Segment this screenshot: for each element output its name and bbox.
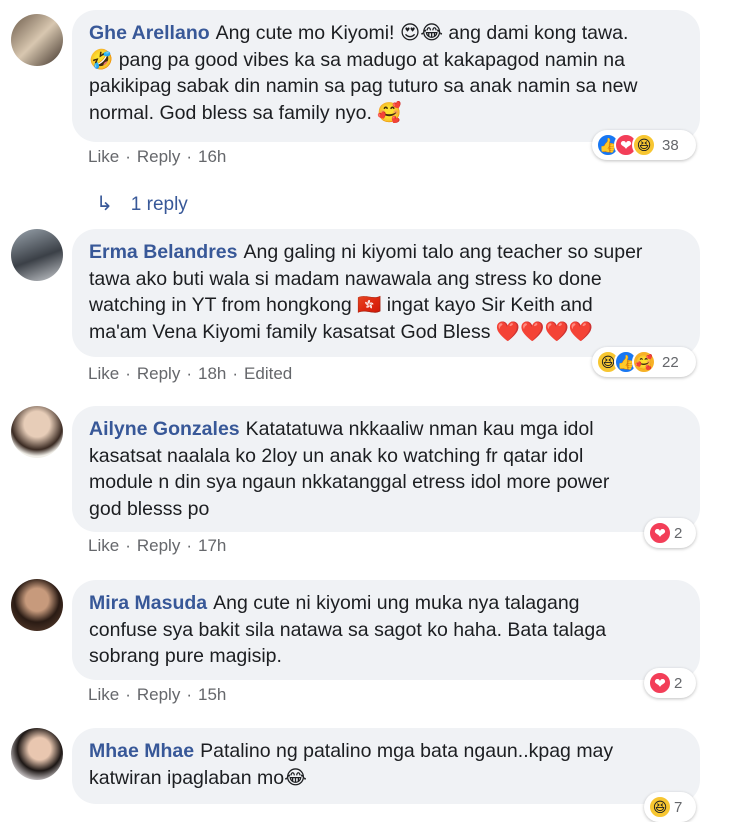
view-replies-label[interactable]: 1 reply	[131, 194, 188, 215]
separator-dot: ·	[125, 536, 131, 555]
comment-text-line: Ang cute ni kiyomi ung muka nya talagang	[213, 592, 580, 614]
comment-bubble: Ailyne Gonzales Katatatuwa nkkaaliw nman …	[72, 406, 700, 532]
comment-actions: Like · Reply · 15h	[88, 685, 226, 705]
separator-dot: ·	[186, 685, 192, 704]
comment-bubble: Mhae Mhae Patalino ng patalino mga bata n…	[72, 728, 700, 804]
avatar[interactable]	[11, 406, 63, 458]
comment-text-line: 🤣 pang pa good vibes ka sa madugo at kak…	[89, 48, 625, 71]
separator-dot: ·	[125, 685, 131, 704]
reaction-count: 38	[662, 136, 679, 154]
comment-text-line: Patalino ng patalino mga bata ngaun..kpa…	[200, 740, 614, 762]
comment-bubble: Mira Masuda Ang cute ni kiyomi ung muka n…	[72, 580, 700, 680]
love-reaction-icon: ❤	[648, 521, 672, 545]
comment-text-line: god blesss po	[89, 497, 210, 520]
comment-text-line: kasatsat naalala ko 2loy un anak ko watc…	[89, 444, 584, 467]
reaction-count: 7	[674, 798, 683, 816]
comment-text-line: Ang cute mo Kiyomi! 😍😂 ang dami kong taw…	[215, 22, 629, 44]
comment-text-line: confuse sya bakit sila natawa sa sagot k…	[89, 618, 607, 641]
comment-bubble: Erma Belandres Ang galing ni kiyomi talo …	[72, 229, 700, 357]
comment-text-line: module n din sya ngaun nkkatanggal etres…	[89, 471, 610, 493]
comment-text-line: sobrang pure magisip.	[89, 645, 282, 667]
reaction-count: 2	[674, 674, 683, 692]
separator-dot: ·	[186, 536, 192, 555]
comment-text-line: Ang galing ni kiyomi talo ang teacher so…	[243, 241, 643, 263]
comment-text-line: tawa ako buti wala si madam nawawala ang…	[89, 267, 602, 290]
comment-author[interactable]: Ghe Arellano	[89, 22, 210, 44]
comment-author[interactable]: Erma Belandres	[89, 241, 238, 263]
comment-author[interactable]: Ailyne Gonzales	[89, 418, 240, 440]
reaction-summary[interactable]: 😆 7	[644, 792, 696, 822]
comment-text-line: watching in YT from hongkong 🇭🇰 ingat ka…	[89, 294, 593, 316]
comment-timestamp[interactable]: 16h	[198, 147, 226, 166]
reply-button[interactable]: Reply	[137, 536, 180, 555]
reply-arrow-icon: ↳	[96, 193, 113, 215]
care-reaction-icon: 🥰	[632, 350, 656, 374]
comment-timestamp[interactable]: 17h	[198, 536, 226, 555]
comment-text-line: pakikipag sabak din namin sa pag tuturo …	[89, 75, 638, 97]
love-reaction-icon: ❤	[648, 671, 672, 695]
view-replies-link[interactable]: ↳ 1 reply	[96, 191, 188, 216]
reaction-count: 22	[662, 353, 679, 371]
separator-dot: ·	[232, 364, 239, 383]
comment-text-line: normal. God bless sa family nyo. 🥰	[89, 101, 402, 124]
comment-text-line: katwiran ipaglaban mo😂	[89, 766, 307, 789]
comment-bubble: Ghe Arellano Ang cute mo Kiyomi! 😍😂 ang d…	[72, 10, 700, 142]
reply-button[interactable]: Reply	[137, 685, 180, 704]
comment-text-line: ma'am Vena Kiyomi family kasatsat God Bl…	[89, 320, 594, 343]
reaction-count: 2	[674, 524, 683, 542]
like-button[interactable]: Like	[88, 536, 119, 555]
avatar[interactable]	[11, 579, 63, 631]
comment-author[interactable]: Mhae Mhae	[89, 740, 194, 762]
comment-author[interactable]: Mira Masuda	[89, 592, 207, 614]
edited-label: Edited	[244, 364, 293, 383]
reaction-summary[interactable]: ❤ 2	[644, 668, 696, 698]
like-button[interactable]: Like	[88, 147, 119, 166]
reaction-summary[interactable]: 😆 👍 🥰 22	[592, 347, 696, 377]
comment-text-line: Katatatuwa nkkaaliw nman kau mga idol	[245, 418, 594, 440]
avatar[interactable]	[11, 229, 63, 281]
separator-dot: ·	[125, 364, 131, 383]
reaction-summary[interactable]: 👍 ❤ 😆 38	[592, 130, 696, 160]
avatar[interactable]	[11, 14, 63, 66]
reply-button[interactable]: Reply	[137, 364, 180, 383]
comment-timestamp[interactable]: 18h	[198, 364, 226, 383]
separator-dot: ·	[125, 147, 131, 166]
separator-dot: ·	[186, 147, 192, 166]
like-button[interactable]: Like	[88, 364, 119, 383]
comment-actions: Like · Reply · 18h · Edited	[88, 364, 292, 384]
reply-button[interactable]: Reply	[137, 147, 180, 166]
haha-reaction-icon: 😆	[632, 133, 656, 157]
comment-actions: Like · Reply · 17h	[88, 536, 226, 556]
reaction-summary[interactable]: ❤ 2	[644, 518, 696, 548]
comment-actions: Like · Reply · 16h	[88, 147, 226, 167]
separator-dot: ·	[186, 364, 192, 383]
haha-reaction-icon: 😆	[648, 795, 672, 819]
comment-timestamp[interactable]: 15h	[198, 685, 226, 704]
like-button[interactable]: Like	[88, 685, 119, 704]
avatar[interactable]	[11, 728, 63, 780]
